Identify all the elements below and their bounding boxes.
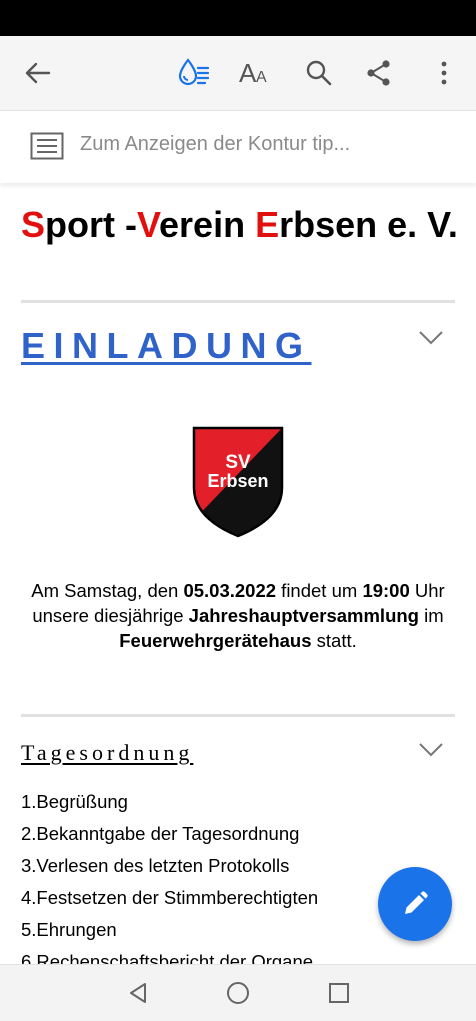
- chevron-down-icon[interactable]: [418, 330, 444, 346]
- home-circle-icon: [227, 982, 249, 1004]
- back-arrow-icon[interactable]: [12, 36, 62, 110]
- document-outline-icon: [30, 132, 64, 164]
- system-nav-bar: [0, 964, 476, 1021]
- outline-placeholder: Zum Anzeigen der Kontur tip...: [80, 133, 351, 155]
- nav-back-button[interactable]: [108, 965, 168, 1021]
- more-vert-icon[interactable]: [419, 36, 469, 110]
- section-divider: [21, 300, 455, 303]
- outline-bar[interactable]: Zum Anzeigen der Kontur tip...: [0, 111, 476, 183]
- search-icon[interactable]: [294, 36, 344, 110]
- share-icon[interactable]: [354, 36, 404, 110]
- invitation-text: Am Samstag, den 05.03.2022 findet um 19:…: [31, 580, 445, 651]
- section-divider: [21, 714, 455, 717]
- document-title: Sport -Verein Erbsen e. V.: [21, 204, 458, 245]
- section-heading-tagesordnung[interactable]: Tagesordnung: [21, 740, 193, 766]
- chevron-down-icon[interactable]: [418, 742, 444, 758]
- pencil-edit-icon: [405, 891, 428, 914]
- list-item: 1.Begrüßung: [21, 791, 128, 812]
- liquid-mode-icon[interactable]: [169, 36, 219, 110]
- crest-text-sv: SV: [225, 452, 251, 473]
- crest-text-erbsen: Erbsen: [207, 471, 268, 491]
- recents-square-icon: [329, 983, 349, 1003]
- nav-recents-button[interactable]: [309, 965, 369, 1021]
- svg-text:A: A: [256, 69, 267, 86]
- nav-home-button[interactable]: [208, 965, 268, 1021]
- svg-text:A: A: [239, 59, 257, 87]
- edit-fab-button[interactable]: [378, 867, 452, 941]
- list-item: 4.Festsetzen der Stimmberechtigten: [21, 887, 319, 908]
- list-item: 2.Bekanntgabe der Tagesordnung: [21, 823, 300, 844]
- agenda-list: 1.Begrüßung 2.Bekanntgabe der Tagesordnu…: [21, 786, 318, 978]
- list-item: 3.Verlesen des letzten Protokolls: [21, 855, 290, 876]
- club-crest-logo: SV Erbsen: [192, 426, 284, 538]
- section-heading-einladung[interactable]: EINLADUNG: [21, 325, 312, 367]
- list-item: 5.Ehrungen: [21, 919, 117, 940]
- top-toolbar: AA: [0, 36, 476, 111]
- status-bar: [0, 0, 476, 36]
- text-size-icon[interactable]: AA: [229, 36, 279, 110]
- back-triangle-icon: [130, 983, 146, 1003]
